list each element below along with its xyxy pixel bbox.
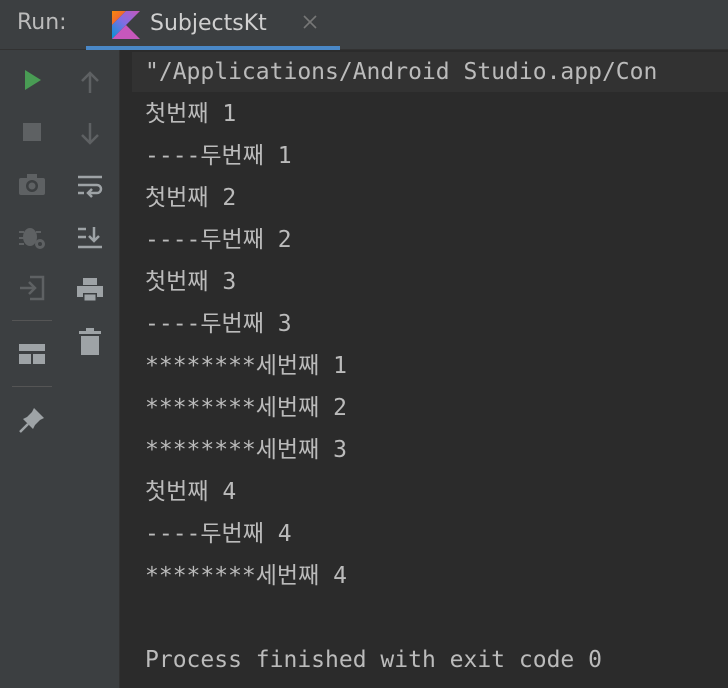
console-command-line: "/Applications/Android Studio.app/Con: [145, 59, 658, 85]
console-line: ----두번째 3: [145, 311, 292, 337]
console-line: ********세번째 4: [145, 563, 347, 589]
run-label: Run:: [17, 10, 67, 35]
layout-icon: [19, 344, 45, 364]
stop-button[interactable]: [14, 114, 50, 150]
console-exit-status: Process finished with exit code 0: [145, 647, 602, 673]
camera-icon: [19, 174, 45, 195]
console-line: ********세번째 3: [145, 437, 347, 463]
kotlin-icon: [112, 11, 140, 39]
run-header: Run: SubjectsKt: [0, 0, 728, 50]
arrow-down-icon: [81, 123, 99, 145]
exit-icon: [20, 275, 45, 301]
console-line: 첫번째 3: [145, 269, 237, 295]
down-stack-button[interactable]: [72, 116, 108, 152]
exit-button[interactable]: [14, 270, 50, 306]
stop-icon: [23, 123, 41, 141]
print-icon: [77, 278, 103, 302]
print-button[interactable]: [72, 272, 108, 308]
soft-wrap-icon: [78, 175, 103, 198]
console-line: ----두번째 1: [145, 143, 292, 169]
toolbar-separator: [12, 386, 52, 387]
pin-icon: [19, 408, 44, 433]
rerun-button[interactable]: [14, 62, 50, 98]
tab-subjectskt[interactable]: SubjectsKt: [86, 0, 340, 50]
trash-icon: [79, 328, 101, 355]
console-line: ********세번째 2: [145, 395, 347, 421]
debug-icon: [19, 228, 45, 249]
clear-all-button[interactable]: [72, 324, 108, 360]
tab-title: SubjectsKt: [150, 11, 267, 36]
close-icon[interactable]: [298, 10, 322, 34]
scroll-to-end-button[interactable]: [72, 220, 108, 256]
debug-settings-button[interactable]: [14, 218, 50, 254]
console-line: 첫번째 4: [145, 479, 237, 505]
console-line: 첫번째 1: [145, 101, 237, 127]
console-output[interactable]: "/Applications/Android Studio.app/Con 첫번…: [120, 50, 728, 688]
pin-tab-button[interactable]: [14, 402, 50, 438]
run-tool-window: Run: SubjectsKt "/Applications/Android S…: [0, 0, 728, 688]
secondary-toolbar: [62, 50, 120, 688]
toolbar-separator: [12, 320, 52, 321]
console-line: 첫번째 2: [145, 185, 237, 211]
console-line: ********세번째 1: [145, 353, 347, 379]
console-line: ----두번째 4: [145, 521, 292, 547]
arrow-up-icon: [81, 71, 99, 93]
soft-wrap-button[interactable]: [72, 168, 108, 204]
primary-toolbar: [0, 50, 62, 688]
restore-layout-button[interactable]: [14, 336, 50, 372]
dump-threads-button[interactable]: [14, 166, 50, 202]
up-stack-button[interactable]: [72, 64, 108, 100]
scroll-to-end-icon: [78, 227, 102, 249]
run-icon: [25, 70, 41, 90]
console-line: ----두번째 2: [145, 227, 292, 253]
